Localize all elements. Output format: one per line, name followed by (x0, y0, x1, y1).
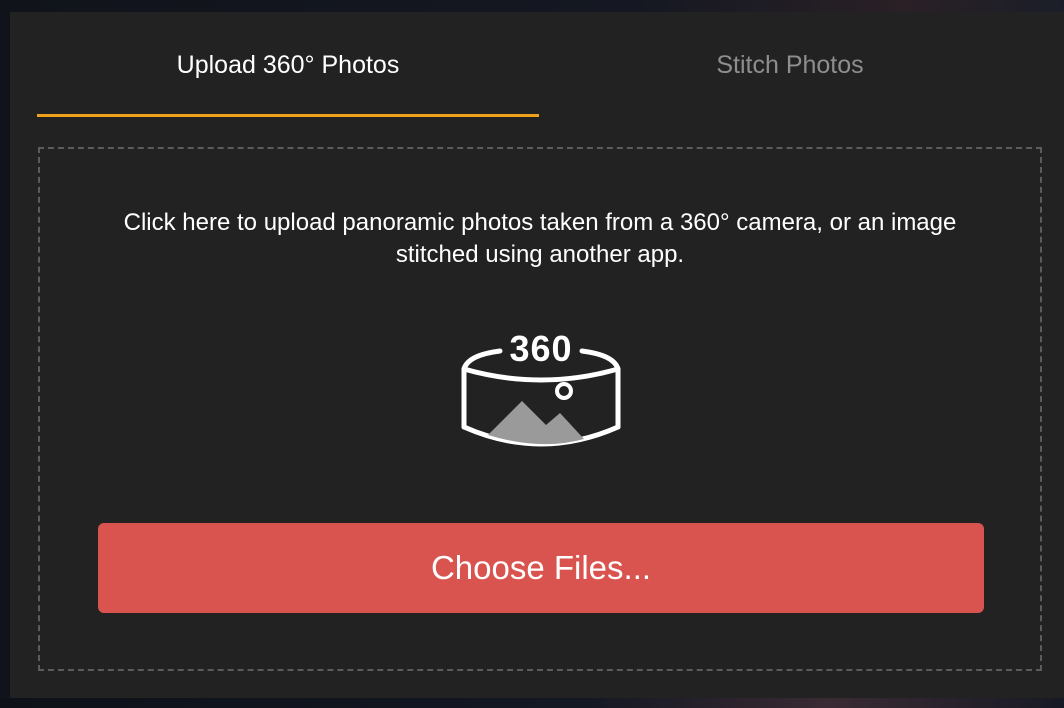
panorama-360-icon: 360 (461, 329, 621, 447)
tab-upload-360-photos[interactable]: Upload 360° Photos (37, 12, 539, 118)
tab-bar: Upload 360° Photos Stitch Photos (37, 12, 1041, 118)
tab-label: Upload 360° Photos (176, 50, 400, 79)
bottom-backdrop-strip (0, 698, 1064, 708)
tab-stitch-photos[interactable]: Stitch Photos (539, 12, 1041, 118)
file-drop-zone[interactable]: Click here to upload panoramic photos ta… (38, 147, 1042, 671)
active-tab-indicator (37, 114, 539, 117)
choose-files-label: Choose Files... (430, 549, 652, 586)
tab-label: Stitch Photos (716, 50, 864, 79)
upload-panel: Upload 360° Photos Stitch Photos Click h… (10, 12, 1064, 698)
choose-files-button[interactable]: Choose Files... (98, 523, 984, 613)
upload-instructions: Click here to upload panoramic photos ta… (123, 209, 957, 268)
panorama-360-label: 360 (509, 329, 572, 369)
